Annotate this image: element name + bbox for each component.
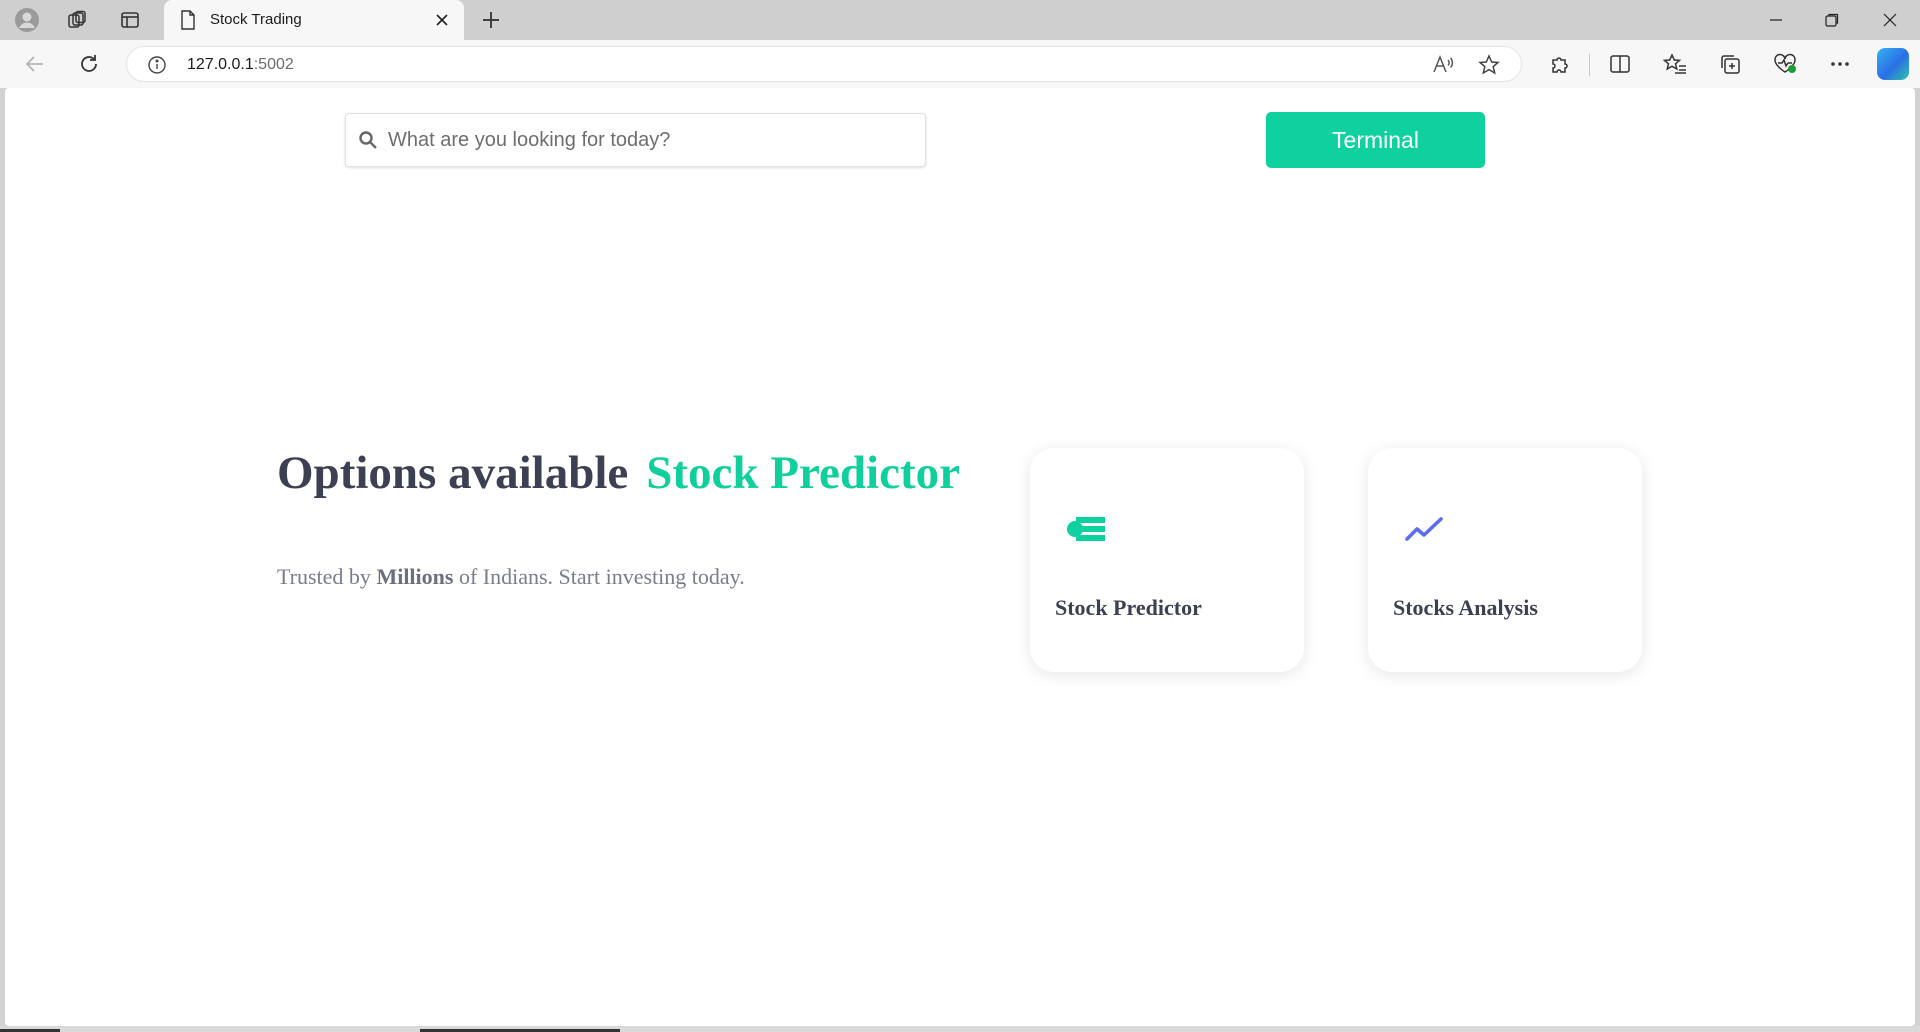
tagline-bold: Millions — [376, 564, 454, 589]
vertical-tabs-icon[interactable] — [115, 5, 145, 35]
search-icon — [358, 130, 378, 155]
browser-toolbar: 127.0.0.1:5002 — [0, 40, 1920, 88]
card-label: Stocks Analysis — [1393, 595, 1538, 620]
plus-icon[interactable] — [476, 5, 506, 35]
puzzle-icon[interactable] — [1545, 49, 1575, 79]
search-box[interactable] — [345, 113, 926, 167]
trend-icon — [1404, 514, 1444, 549]
refresh-icon[interactable] — [74, 49, 104, 79]
tagline-before: Trusted by — [277, 564, 377, 589]
copilot-icon[interactable] — [1877, 48, 1909, 80]
profile-icon[interactable] — [12, 5, 42, 35]
tab-bar: Stock Trading — [0, 0, 1920, 40]
restore-icon[interactable] — [1804, 0, 1860, 40]
headline: Options available Stock Predictor — [277, 446, 960, 500]
more-icon[interactable] — [1825, 49, 1855, 79]
terminal-button[interactable]: Terminal — [1266, 112, 1485, 168]
headline-primary: Options available — [277, 447, 629, 499]
url-port: :5002 — [253, 56, 294, 73]
address-bar[interactable]: 127.0.0.1:5002 — [126, 46, 1522, 82]
page-icon — [180, 10, 196, 35]
read-aloud-icon[interactable] — [1431, 53, 1455, 82]
page-viewport: Terminal Options available Stock Predicto… — [5, 88, 1915, 1026]
url-host: 127.0.0.1 — [187, 56, 254, 73]
tab-title: Stock Trading — [210, 11, 302, 28]
heart-pulse-icon[interactable] — [1770, 49, 1800, 79]
predictor-icon — [1066, 514, 1106, 549]
back-arrow-icon[interactable] — [20, 49, 50, 79]
star-icon[interactable] — [1477, 53, 1501, 82]
url-text[interactable]: 127.0.0.1:5002 — [187, 56, 294, 74]
search-input[interactable] — [388, 114, 918, 166]
stocks-analysis-card[interactable]: Stocks Analysis — [1368, 448, 1642, 672]
card-label: Stock Predictor — [1055, 595, 1202, 620]
headline-accent: Stock Predictor — [646, 447, 960, 499]
stock-predictor-card[interactable]: Stock Predictor — [1030, 448, 1304, 672]
taskbar-edge — [0, 1026, 1920, 1032]
close-icon[interactable] — [430, 8, 454, 32]
window-close-icon[interactable] — [1862, 0, 1918, 40]
info-icon[interactable] — [147, 55, 167, 80]
workspaces-icon[interactable] — [62, 5, 92, 35]
split-screen-icon[interactable] — [1605, 49, 1635, 79]
favorites-list-icon[interactable] — [1660, 49, 1690, 79]
minimize-icon[interactable] — [1748, 0, 1804, 40]
collections-icon[interactable] — [1715, 49, 1745, 79]
tab-stock-trading[interactable]: Stock Trading — [164, 0, 464, 40]
toolbar-divider — [1589, 54, 1590, 76]
tagline-after: of Indians. Start investing today. — [453, 564, 745, 589]
tagline: Trusted by Millions of Indians. Start in… — [277, 558, 747, 595]
